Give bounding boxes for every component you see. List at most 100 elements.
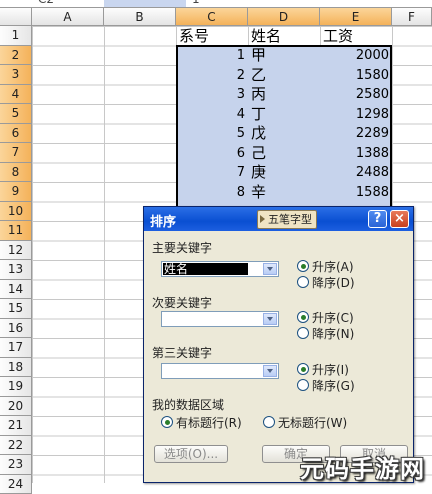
header-cell-salary[interactable]: 工资: [323, 27, 353, 47]
ime-status-bar[interactable]: 五笔字型: [257, 210, 317, 229]
column-header-d[interactable]: D: [248, 8, 320, 26]
tertiary-descending-radio[interactable]: 降序(G): [297, 377, 355, 394]
help-button[interactable]: ?: [368, 210, 387, 228]
secondary-descending-radio[interactable]: 降序(N): [297, 325, 354, 342]
close-button[interactable]: ×: [390, 210, 409, 228]
row-header[interactable]: 12: [0, 241, 32, 261]
cell-salary[interactable]: 1588: [320, 183, 392, 203]
column-header-a[interactable]: A: [32, 8, 104, 26]
header-cell-id[interactable]: 系号: [179, 27, 209, 47]
cell-name[interactable]: 乙: [249, 66, 266, 86]
name-box[interactable]: C2: [0, 0, 104, 6]
cell-id[interactable]: 3: [176, 85, 248, 105]
cell-name[interactable]: 丙: [249, 85, 266, 105]
primary-ascending-radio[interactable]: 升序(A): [297, 258, 354, 275]
row-header[interactable]: 17: [0, 338, 32, 358]
row-header[interactable]: 22: [0, 436, 32, 456]
row-header[interactable]: 16: [0, 319, 32, 339]
dialog-title: 排序: [150, 211, 176, 230]
formula-bar: C2 1: [0, 0, 432, 8]
row-header[interactable]: 18: [0, 358, 32, 378]
row-header[interactable]: 11: [0, 221, 32, 241]
primary-descending-radio[interactable]: 降序(D): [297, 274, 355, 291]
cell-name[interactable]: 甲: [249, 46, 266, 66]
row-header[interactable]: 19: [0, 377, 32, 397]
chevron-down-icon[interactable]: [263, 365, 277, 377]
row-header[interactable]: 4: [0, 85, 32, 105]
no-header-radio[interactable]: 无标题行(W): [263, 414, 347, 431]
cell-name[interactable]: 辛: [249, 183, 266, 203]
chevron-down-icon[interactable]: [263, 263, 277, 275]
row-header[interactable]: 10: [0, 202, 32, 222]
cell-id[interactable]: 6: [176, 144, 248, 164]
row-header[interactable]: 6: [0, 124, 32, 144]
chevron-down-icon[interactable]: [263, 313, 277, 325]
secondary-key-label: 次要关键字: [152, 294, 212, 311]
row-header[interactable]: 9: [0, 182, 32, 202]
cell-id[interactable]: 2: [176, 66, 248, 86]
row-header[interactable]: 1: [0, 26, 32, 46]
radio-checked-icon: [161, 416, 173, 428]
column-header-e[interactable]: E: [320, 8, 392, 26]
radio-label: 升序(I): [312, 363, 349, 377]
data-range-label: 我的数据区域: [152, 396, 224, 413]
row-header[interactable]: 2: [0, 46, 32, 66]
row-header[interactable]: 21: [0, 416, 32, 436]
radio-label: 有标题行(R): [176, 416, 242, 430]
row-header[interactable]: 23: [0, 455, 32, 475]
cell-id[interactable]: 5: [176, 124, 248, 144]
cell-name[interactable]: 丁: [249, 105, 266, 125]
primary-key-select[interactable]: 姓名: [161, 261, 279, 277]
dialog-title-bar[interactable]: 排序 五笔字型 ? ×: [144, 207, 413, 231]
cell-salary[interactable]: 1580: [320, 66, 392, 86]
radio-icon: [263, 416, 275, 428]
radio-checked-icon: [297, 363, 309, 375]
ime-arrow-icon: [260, 215, 265, 223]
cell-salary[interactable]: 1388: [320, 144, 392, 164]
cell-salary[interactable]: 1298: [320, 105, 392, 125]
cell-id[interactable]: 4: [176, 105, 248, 125]
formula-input[interactable]: 1: [192, 0, 200, 6]
has-header-radio[interactable]: 有标题行(R): [161, 414, 242, 431]
options-button[interactable]: 选项(O)...: [154, 445, 228, 463]
cell-name[interactable]: 戊: [249, 124, 266, 144]
tertiary-ascending-radio[interactable]: 升序(I): [297, 361, 349, 378]
row-header[interactable]: 7: [0, 143, 32, 163]
column-header-b[interactable]: B: [104, 8, 176, 26]
secondary-ascending-radio[interactable]: 升序(C): [297, 309, 354, 326]
cell-salary[interactable]: 2488: [320, 163, 392, 183]
tertiary-key-select[interactable]: [161, 363, 279, 379]
cell-id[interactable]: 7: [176, 163, 248, 183]
cell-name[interactable]: 庚: [249, 163, 266, 183]
cell-id[interactable]: 1: [176, 46, 248, 66]
ime-mode-label: 五笔字型: [268, 213, 312, 226]
radio-label: 无标题行(W): [278, 416, 347, 430]
header-cell-name[interactable]: 姓名: [251, 27, 281, 47]
radio-icon: [297, 379, 309, 391]
cell-salary[interactable]: 2289: [320, 124, 392, 144]
row-header[interactable]: 24: [0, 475, 32, 494]
row-header[interactable]: 3: [0, 65, 32, 85]
radio-checked-icon: [297, 260, 309, 272]
row-header[interactable]: 8: [0, 163, 32, 183]
row-header[interactable]: 15: [0, 299, 32, 319]
formula-bar-highlight: [104, 0, 186, 7]
radio-label: 降序(G): [312, 379, 355, 393]
secondary-key-select[interactable]: [161, 311, 279, 327]
watermark-logo: 元码手游网: [300, 449, 425, 484]
row-header[interactable]: 20: [0, 397, 32, 417]
cell-salary[interactable]: 2580: [320, 85, 392, 105]
sort-dialog: 排序 五笔字型 ? × 主要关键字 姓名 升序(A) 降序(D) 次要关键字 升…: [143, 206, 414, 483]
cell-salary[interactable]: 2000: [320, 46, 392, 66]
column-header-c[interactable]: C: [176, 8, 248, 26]
radio-checked-icon: [297, 311, 309, 323]
radio-icon: [297, 276, 309, 288]
column-header-f[interactable]: F: [392, 8, 432, 26]
cell-name[interactable]: 己: [249, 144, 266, 164]
tertiary-key-label: 第三关键字: [152, 344, 212, 361]
row-header[interactable]: 13: [0, 260, 32, 280]
cell-id[interactable]: 8: [176, 183, 248, 203]
row-header[interactable]: 5: [0, 104, 32, 124]
primary-key-value: 姓名: [163, 263, 248, 275]
row-header[interactable]: 14: [0, 280, 32, 300]
